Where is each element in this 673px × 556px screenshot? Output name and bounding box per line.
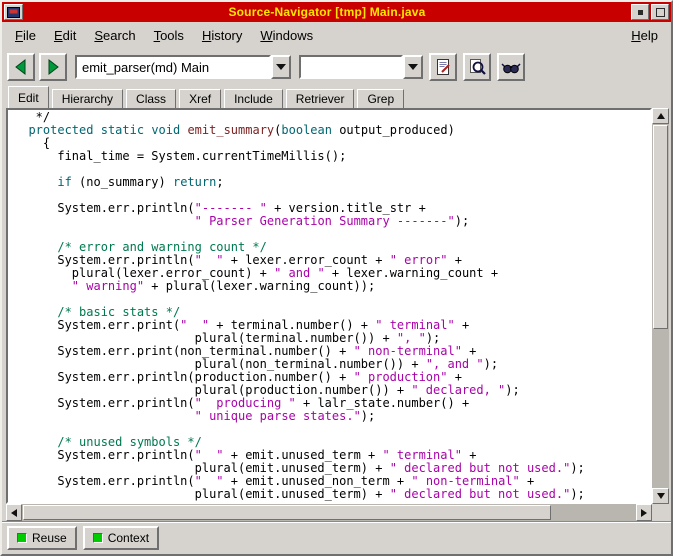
left-arrow-icon [11, 509, 17, 517]
symbol-combo-input[interactable]: emit_parser(md) Main [75, 55, 271, 79]
code-line: plural(emit.unused_term) + " declared bu… [14, 488, 650, 501]
toggle-context[interactable]: Context [83, 526, 159, 550]
scroll-down-button[interactable] [652, 488, 669, 504]
toggle-label: Reuse [32, 531, 67, 545]
vertical-scrollbar[interactable] [652, 108, 669, 504]
menu-windows[interactable]: Windows [251, 23, 322, 48]
menu-tools[interactable]: Tools [145, 23, 193, 48]
tab-grep[interactable]: Grep [357, 89, 404, 108]
chevron-down-icon [276, 64, 286, 70]
minimize-button[interactable] [631, 4, 649, 20]
horizontal-scrollbar-row [6, 504, 669, 521]
history-forward-button[interactable] [39, 53, 67, 81]
scroll-left-button[interactable] [6, 504, 22, 521]
menu-help[interactable]: Help [622, 23, 667, 48]
symbol-combo-dropdown-button[interactable] [271, 55, 291, 79]
maximize-button[interactable] [651, 4, 669, 20]
horizontal-scroll-trough[interactable] [22, 504, 636, 521]
maximize-icon [656, 8, 665, 17]
horizontal-scrollbar[interactable] [6, 504, 652, 521]
editor-window-button[interactable] [429, 53, 457, 81]
status-toggles: Reuse Context [7, 526, 159, 550]
minimize-icon [638, 10, 643, 15]
menu-search[interactable]: Search [85, 23, 144, 48]
scroll-right-button[interactable] [636, 504, 652, 521]
menu-history[interactable]: History [193, 23, 251, 48]
toolbar: emit_parser(md) Main [2, 48, 671, 86]
code-line: " warning" + plural(lexer.warning_count)… [14, 280, 650, 293]
app-window: Source-Navigator [tmp] Main.java FileEdi… [0, 0, 673, 556]
toggle-indicator [17, 533, 27, 543]
menu-edit[interactable]: Edit [45, 23, 85, 48]
search-combo-dropdown-button[interactable] [403, 55, 423, 79]
down-arrow-icon [657, 493, 665, 499]
code-line: " unique parse states."); [14, 410, 650, 423]
search-combobox [299, 55, 423, 79]
history-back-button[interactable] [7, 53, 35, 81]
editor: */ protected static void emit_summary(bo… [6, 108, 669, 504]
editor-page-icon [434, 58, 453, 77]
symbol-combobox: emit_parser(md) Main [75, 55, 291, 79]
tab-include[interactable]: Include [224, 89, 283, 108]
menubar-items: FileEditSearchToolsHistoryWindows [6, 23, 322, 48]
search-window-button[interactable] [463, 53, 491, 81]
tab-class[interactable]: Class [126, 89, 176, 108]
statusbar: Reuse Context [2, 521, 671, 554]
vertical-scroll-thumb[interactable] [653, 125, 668, 329]
code-line: protected static void emit_summary(boole… [14, 124, 650, 137]
tab-hierarchy[interactable]: Hierarchy [52, 89, 123, 108]
window-title: Source-Navigator [tmp] Main.java [25, 5, 629, 19]
code-line: final_time = System.currentTimeMillis(); [14, 150, 650, 163]
toggle-label: Context [108, 531, 149, 545]
code-line: if (no_summary) return; [14, 176, 650, 189]
vertical-scroll-trough[interactable] [652, 124, 669, 488]
magnifier-icon [468, 58, 487, 77]
menubar: FileEditSearchToolsHistoryWindows Help [2, 22, 671, 48]
scrollbar-corner [652, 504, 669, 521]
glasses-icon [501, 58, 521, 76]
toggle-reuse[interactable]: Reuse [7, 526, 77, 550]
tab-bar: EditHierarchyClassXrefIncludeRetrieverGr… [2, 86, 671, 108]
forward-arrow-icon [44, 58, 62, 76]
titlebar[interactable]: Source-Navigator [tmp] Main.java [2, 2, 671, 22]
tab-retriever[interactable]: Retriever [286, 89, 355, 108]
horizontal-scroll-thumb[interactable] [23, 505, 551, 520]
up-arrow-icon [657, 113, 665, 119]
toggle-indicator [93, 533, 103, 543]
chevron-down-icon [408, 64, 418, 70]
tab-xref[interactable]: Xref [179, 89, 221, 108]
app-icon [7, 7, 20, 18]
menu-file[interactable]: File [6, 23, 45, 48]
retriever-window-button[interactable] [497, 53, 525, 81]
code-line: " Parser Generation Summary -------"); [14, 215, 650, 228]
back-arrow-icon [12, 58, 30, 76]
code-area[interactable]: */ protected static void emit_summary(bo… [6, 108, 652, 504]
scroll-up-button[interactable] [652, 108, 669, 124]
search-combo-input[interactable] [299, 55, 403, 79]
window-menu-button[interactable] [4, 4, 23, 20]
right-arrow-icon [641, 509, 647, 517]
tab-edit[interactable]: Edit [8, 86, 49, 108]
